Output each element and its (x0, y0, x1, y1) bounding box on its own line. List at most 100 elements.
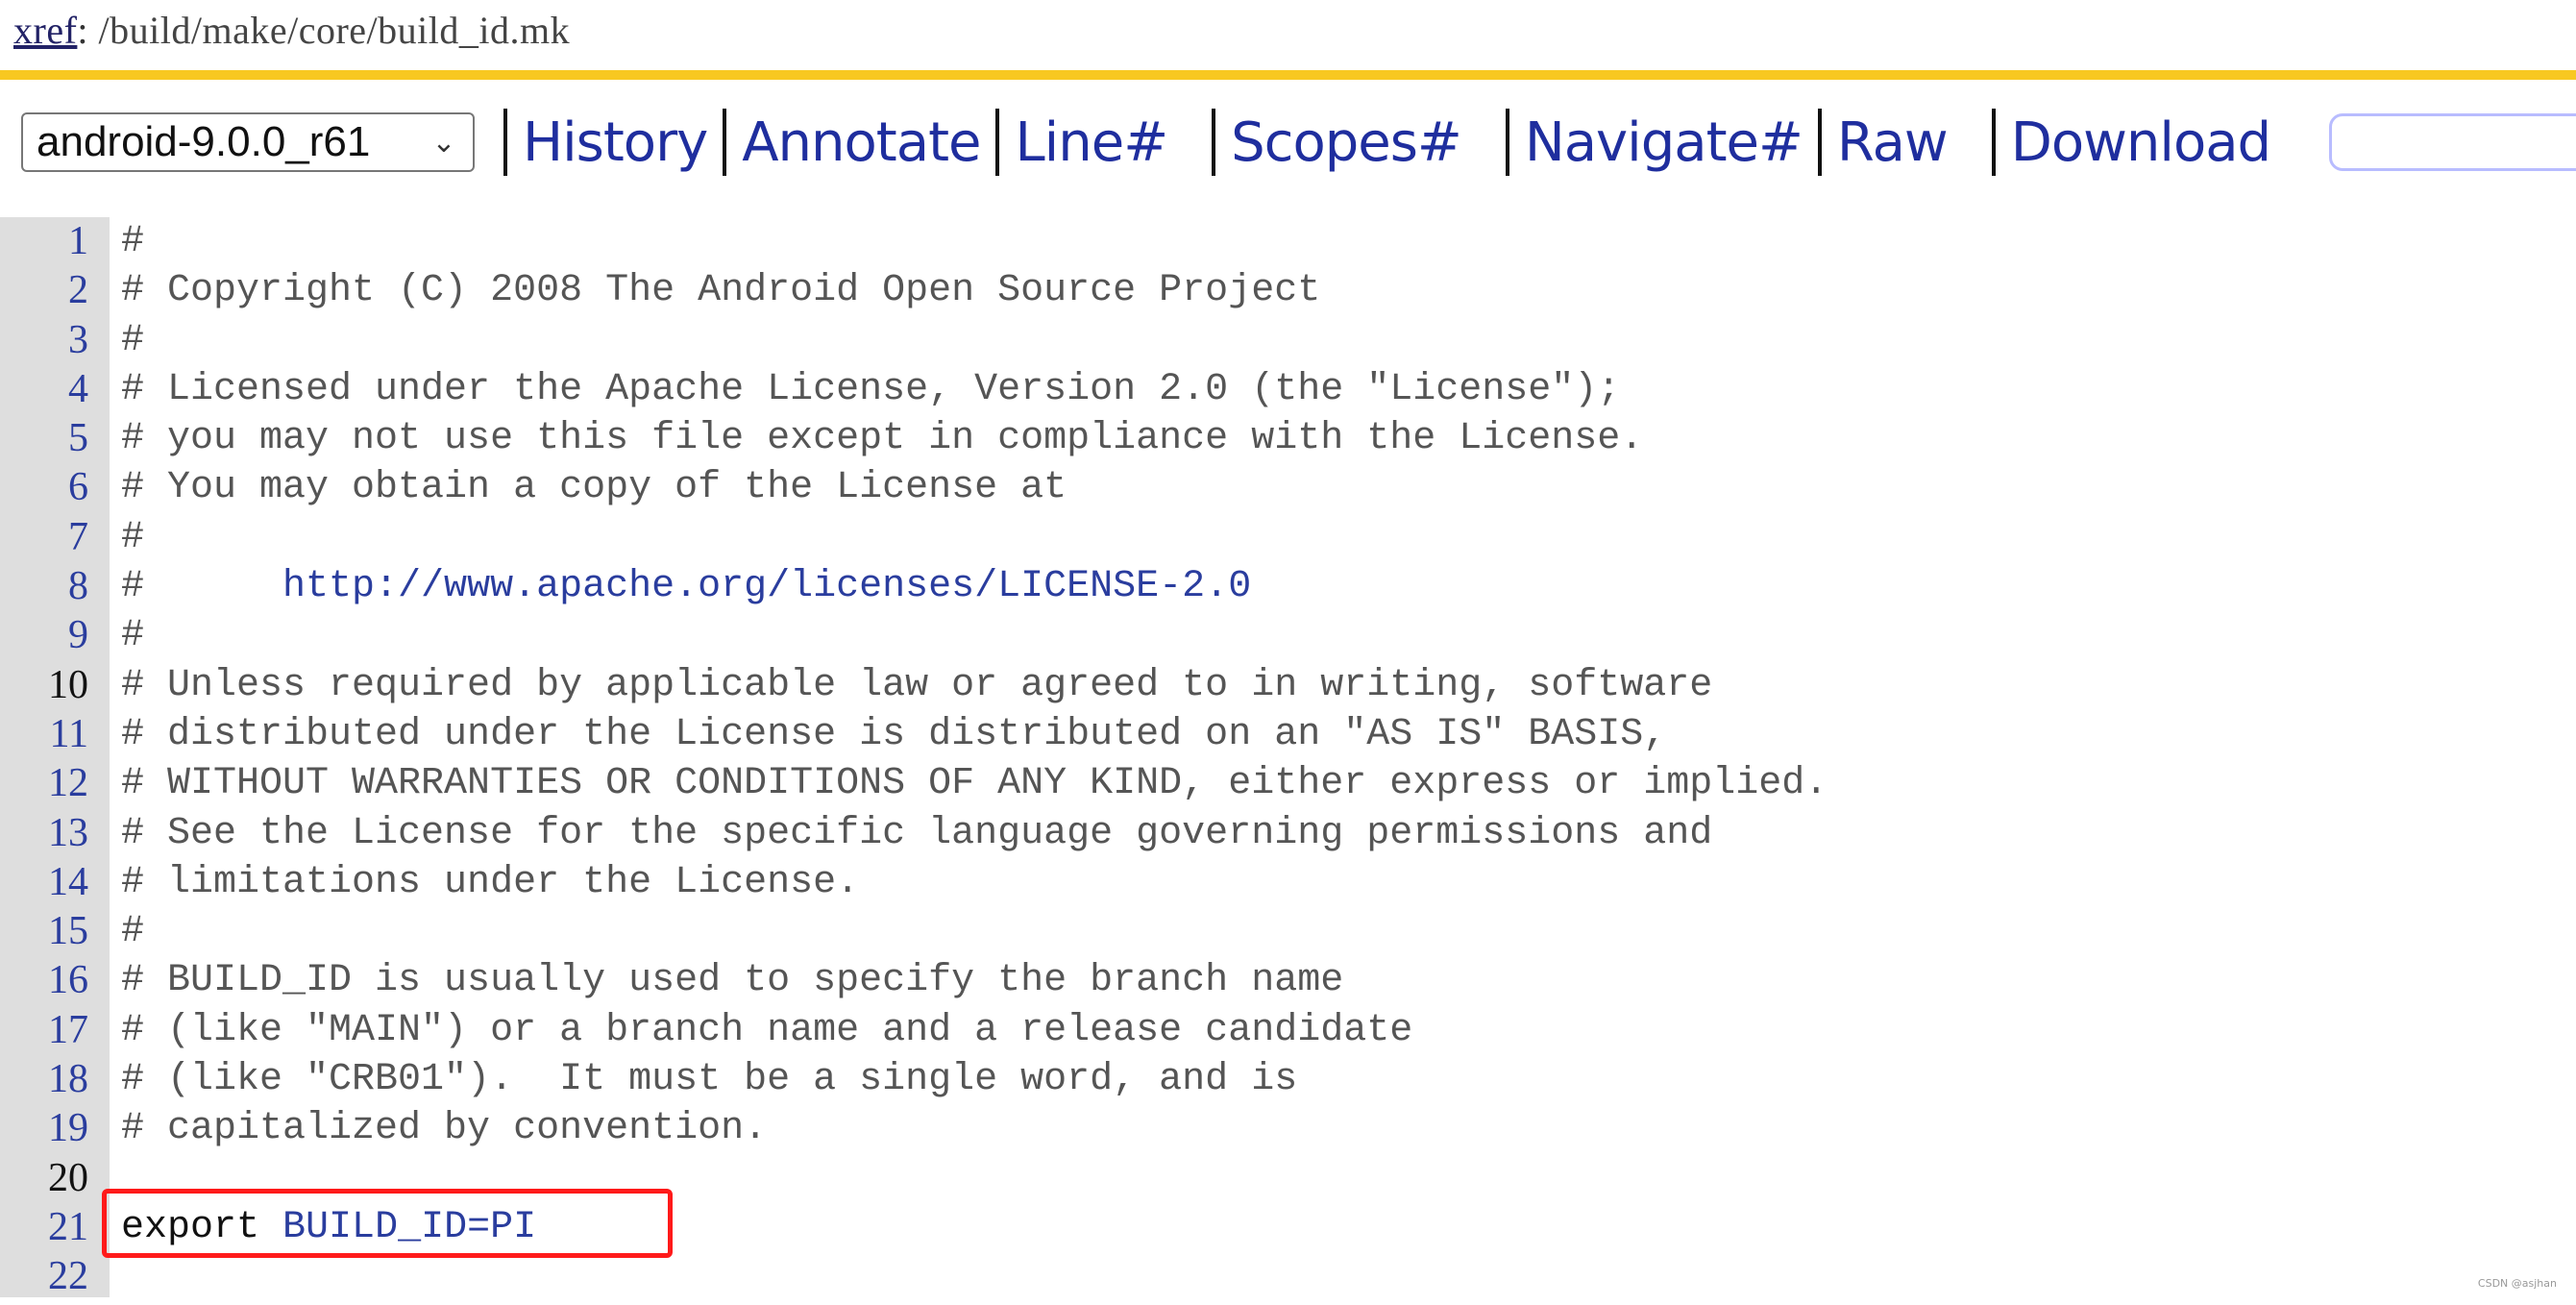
code-listing: 1 #2 # Copyright (C) 2008 The Android Open… (0, 217, 2576, 1302)
breadcrumb-separator: : (77, 9, 89, 52)
keyword: export (121, 1205, 260, 1249)
navigate-link[interactable]: Navigate# (1525, 111, 1803, 174)
line-number-link[interactable]: 18 (0, 1055, 88, 1104)
code-line: 14 # limitations under the License. (0, 858, 2576, 907)
line-number-link[interactable]: 7 (0, 513, 88, 562)
separator (1212, 109, 1216, 176)
line-numbers-link[interactable]: Line# (1015, 111, 1168, 174)
code-text: # WITHOUT WARRANTIES OR CONDITIONS OF AN… (121, 759, 1828, 808)
breadcrumb: xref: /build/make/core/build_id.mk (13, 2, 570, 63)
line-number-link[interactable]: 9 (0, 611, 88, 660)
code-line: 13 # See the License for the specific lan… (0, 809, 2576, 858)
header-divider (0, 70, 2576, 80)
line-number-link[interactable]: 3 (0, 316, 88, 365)
line-number-link[interactable]: 5 (0, 414, 88, 463)
identifier-link[interactable]: BUILD_ID=PI (282, 1206, 536, 1249)
comment-text: # you may not use this file except in co… (121, 417, 1644, 461)
file-path: /build/make/core/build_id.mk (88, 9, 571, 52)
line-number-link[interactable]: 16 (0, 956, 88, 1005)
code-line: 19 # capitalized by convention. (0, 1104, 2576, 1153)
line-number-link[interactable]: 15 (0, 907, 88, 956)
comment-text: # distributed under the License is distr… (121, 712, 1667, 756)
code-text: # (like "MAIN") or a branch name and a r… (121, 1006, 1412, 1055)
code-text: # (121, 217, 144, 266)
code-text: # capitalized by convention. (121, 1104, 767, 1153)
code-text: # (121, 513, 144, 562)
raw-link[interactable]: Raw (1837, 111, 1949, 174)
line-number-link[interactable]: 8 (0, 562, 88, 611)
line-number-link[interactable]: 14 (0, 858, 88, 907)
code-line: 5 # you may not use this file except in c… (0, 414, 2576, 463)
code-line: 11 # distributed under the License is dis… (0, 710, 2576, 759)
line-number-link[interactable]: 4 (0, 365, 88, 414)
comment-text: # BUILD_ID is usually used to specify th… (121, 959, 1344, 1003)
xref-link[interactable]: xref (13, 9, 77, 52)
line-number-link[interactable]: 11 (0, 710, 88, 759)
comment-text: # You may obtain a copy of the License a… (121, 466, 1067, 510)
comment-text: # See the License for the specific langu… (121, 811, 1713, 855)
comment-text: # WITHOUT WARRANTIES OR CONDITIONS OF AN… (121, 762, 1828, 806)
comment-text: # (like "CRB01"). It must be a single wo… (121, 1058, 1298, 1102)
code-text: # You may obtain a copy of the License a… (121, 463, 1067, 512)
comment-text: # (121, 614, 145, 658)
code-text: # Licensed under the Apache License, Ver… (121, 365, 1620, 414)
code-line: 17 # (like "MAIN") or a branch name and a… (0, 1006, 2576, 1055)
line-number-link[interactable]: 10 (0, 661, 88, 710)
comment-text: # capitalized by convention. (121, 1107, 768, 1151)
code-text: # (121, 907, 144, 956)
comment-text: # Licensed under the Apache License, Ver… (121, 367, 1621, 411)
chevron-down-icon: ⌄ (431, 126, 456, 159)
code-line: 12 # WITHOUT WARRANTIES OR CONDITIONS OF … (0, 759, 2576, 808)
download-link[interactable]: Download (2011, 111, 2271, 174)
code-text: # (121, 316, 144, 365)
code-line: 22 (0, 1252, 2576, 1301)
line-number-link[interactable]: 21 (0, 1203, 88, 1252)
comment-text: # (like "MAIN") or a branch name and a r… (121, 1008, 1413, 1052)
code-line: 9 # (0, 611, 2576, 660)
code-line: 20 (0, 1154, 2576, 1203)
code-line: 8 # http://www.apache.org/licenses/LICENS… (0, 562, 2576, 611)
history-link[interactable]: History (523, 111, 708, 174)
comment-text: # (121, 910, 145, 954)
comment-text: # (121, 220, 145, 263)
separator (1817, 109, 1822, 176)
code-line: 4 # Licensed under the Apache License, Ve… (0, 365, 2576, 414)
comment-text: # Unless required by applicable law or a… (121, 663, 1713, 707)
line-number-link[interactable]: 19 (0, 1104, 88, 1153)
code-text: # limitations under the License. (121, 858, 859, 907)
code-line: 3 # (0, 316, 2576, 365)
toolbar-nav: History Annotate Line# Scopes# Navigate#… (488, 109, 2271, 176)
watermark: CSDN @asjhan (2477, 1277, 2557, 1290)
line-number-link[interactable]: 2 (0, 266, 88, 315)
line-number-link[interactable]: 13 (0, 809, 88, 858)
annotate-link[interactable]: Annotate (742, 111, 981, 174)
code-line: 18 # (like "CRB01"). It must be a single … (0, 1055, 2576, 1104)
code-text: # BUILD_ID is usually used to specify th… (121, 956, 1343, 1005)
branch-select-value: android-9.0.0_r61 (37, 118, 371, 165)
line-number-link[interactable]: 12 (0, 759, 88, 808)
separator (1991, 109, 1996, 176)
comment-text: # (121, 515, 145, 559)
code-text: # Copyright (C) 2008 The Android Open So… (121, 266, 1320, 315)
code-text: # distributed under the License is distr… (121, 710, 1666, 759)
scopes-link[interactable]: Scopes# (1231, 111, 1462, 174)
separator (503, 109, 507, 176)
line-number-link[interactable]: 17 (0, 1006, 88, 1055)
license-url-link[interactable]: http://www.apache.org/licenses/LICENSE-2… (282, 565, 1251, 608)
search-input[interactable] (2329, 113, 2576, 171)
separator (723, 109, 727, 176)
separator (995, 109, 1000, 176)
line-number-link[interactable]: 22 (0, 1252, 88, 1301)
code-text: export BUILD_ID=PI (121, 1203, 536, 1252)
comment-text: # limitations under the License. (121, 860, 860, 904)
branch-select[interactable]: android-9.0.0_r61 ⌄ (21, 112, 475, 172)
line-number-link[interactable]: 1 (0, 217, 88, 266)
separator (1505, 109, 1509, 176)
code-line: 1 # (0, 217, 2576, 266)
code-text: # (like "CRB01"). It must be a single wo… (121, 1055, 1297, 1104)
code-line: 7 # (0, 513, 2576, 562)
line-number-link[interactable]: 6 (0, 463, 88, 512)
line-number-link[interactable]: 20 (0, 1154, 88, 1203)
code-text: # http://www.apache.org/licenses/LICENSE… (121, 562, 1251, 611)
toolbar: android-9.0.0_r61 ⌄ History Annotate Lin… (0, 102, 2576, 183)
